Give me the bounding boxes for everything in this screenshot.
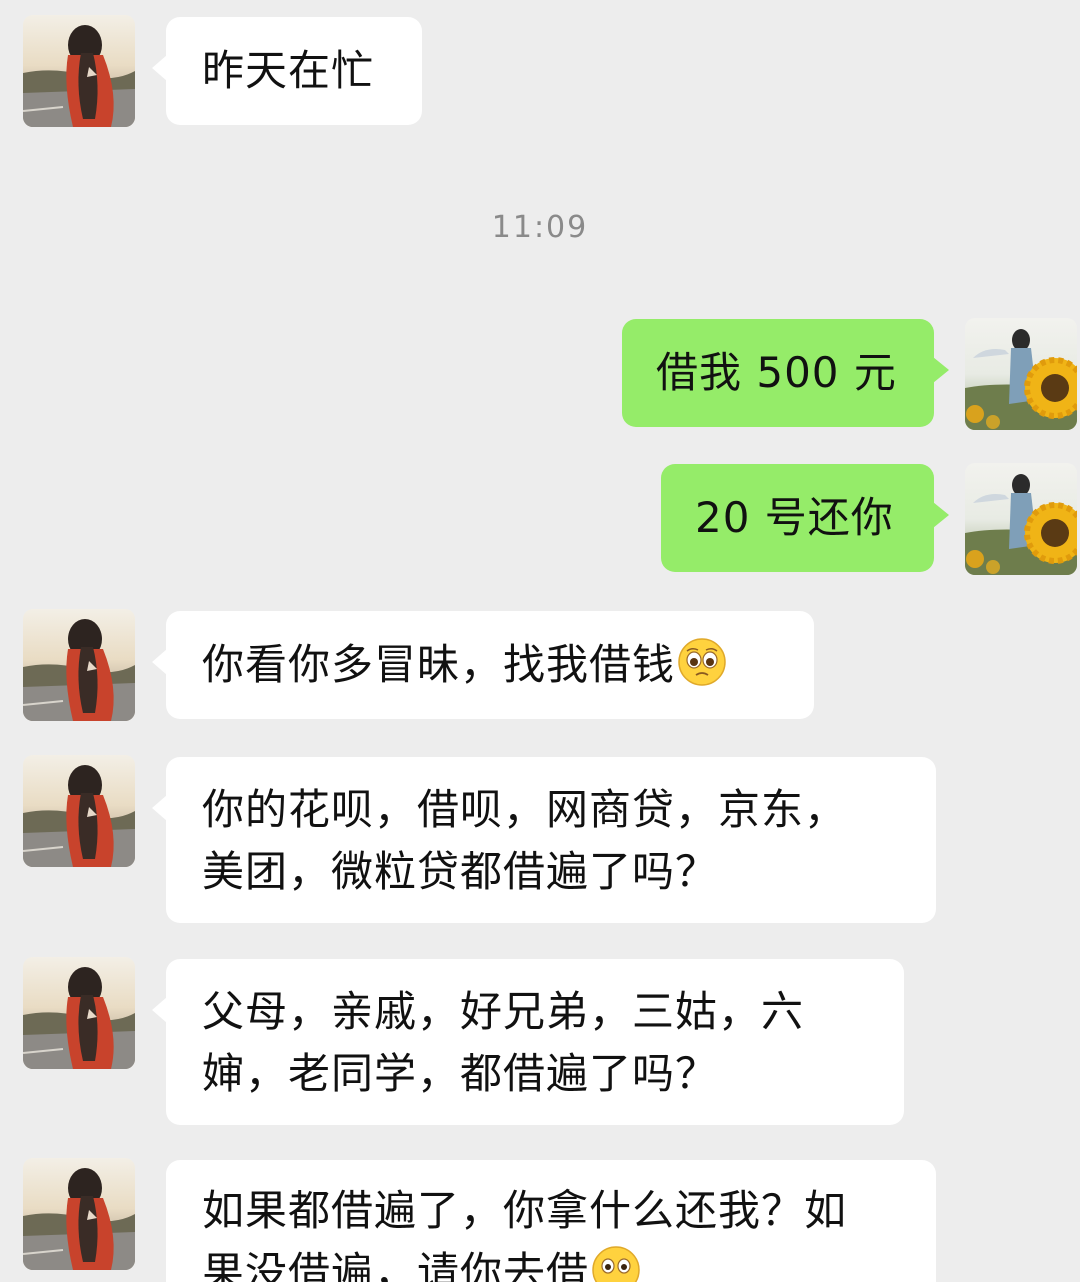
message-bubble-incoming[interactable]: 如果都借遍了，你拿什么还我？如 果没借遍，请你去借 xyxy=(166,1160,936,1282)
contact-avatar[interactable] xyxy=(23,15,135,127)
contact-avatar[interactable] xyxy=(23,755,135,867)
contact-avatar[interactable] xyxy=(23,1158,135,1270)
my-avatar[interactable] xyxy=(965,318,1077,430)
message-bubble-incoming[interactable]: 你看你多冒昧，找我借钱 xyxy=(152,611,814,719)
message-text: 借我 500 元 xyxy=(656,348,897,397)
message-bubble-outgoing[interactable]: 20 号还你 xyxy=(661,464,949,572)
pleading-face-emoji xyxy=(677,637,727,687)
flushed-face-emoji xyxy=(591,1245,641,1282)
message-text: 你的花呗，借呗，网商贷，京东， 美团，微粒贷都借遍了吗？ xyxy=(202,785,848,896)
message-bubble-incoming[interactable]: 昨天在忙 xyxy=(152,17,422,125)
message-text: 如果都借遍了，你拿什么还我？如 果没借遍，请你去借 xyxy=(202,1180,916,1282)
message-text: 20 号还你 xyxy=(695,493,894,542)
message-timestamp: 11:09 xyxy=(491,210,589,245)
message-text: 你看你多冒昧，找我借钱 xyxy=(202,634,794,696)
message-text: 父母，亲戚，好兄弟，三姑，六 婶，老同学，都借遍了吗？ xyxy=(202,987,805,1098)
message-text: 昨天在忙 xyxy=(202,46,375,95)
my-avatar[interactable] xyxy=(965,463,1077,575)
contact-avatar[interactable] xyxy=(23,957,135,1069)
message-bubble-incoming[interactable]: 父母，亲戚，好兄弟，三姑，六 婶，老同学，都借遍了吗？ xyxy=(152,959,904,1125)
message-bubble-incoming[interactable]: 你的花呗，借呗，网商贷，京东， 美团，微粒贷都借遍了吗？ xyxy=(152,757,936,923)
message-bubble-outgoing[interactable]: 借我 500 元 xyxy=(622,319,949,427)
contact-avatar[interactable] xyxy=(23,609,135,721)
